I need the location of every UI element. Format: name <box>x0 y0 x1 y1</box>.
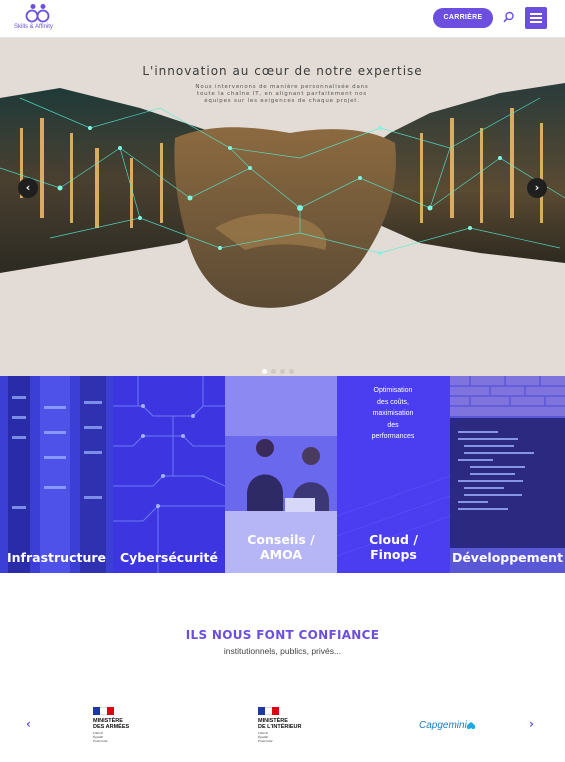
logo-text: Skills & Affinity <box>14 24 53 30</box>
service-label: Cybersécurité <box>119 550 219 565</box>
service-tile-developpement[interactable]: Développement <box>450 376 565 573</box>
service-tile-conseils-amoa[interactable]: Conseils / AMOA <box>225 376 337 573</box>
carousel-dots <box>262 359 298 374</box>
carousel-dot-3[interactable] <box>280 369 285 374</box>
service-label: Développement <box>451 550 564 565</box>
server-rack-image <box>0 376 113 573</box>
french-flag-icon <box>93 707 114 715</box>
service-label-line: AMOA <box>259 547 303 562</box>
partner-motto: Liberté Égalité Fraternité <box>258 731 272 743</box>
hero-subtitle: Nous intervenons de manière personnalisé… <box>182 84 382 105</box>
circuit-board-image <box>113 376 225 573</box>
site-header: Skills & Affinity CARRIÈRE <box>0 0 565 38</box>
code-screen-image <box>450 376 565 573</box>
partner-logo-ministere-armees[interactable]: MINISTÈRE DES ARMÉES Liberté Égalité Fra… <box>93 707 153 747</box>
hero-prev-arrow-icon[interactable]: ‹ <box>18 178 38 198</box>
service-label: Conseils / AMOA <box>225 532 337 562</box>
service-tile-cybersecurite[interactable]: Cybersécurité <box>113 376 225 573</box>
carousel-dot-1[interactable] <box>262 369 267 374</box>
service-label-line: Conseils / <box>247 532 315 547</box>
partner-motto: Liberté Égalité Fraternité <box>93 731 107 743</box>
french-flag-icon <box>258 707 279 715</box>
hero-subtitle-line: toute la chaîne IT, en alignant parfaite… <box>197 91 367 97</box>
partner-name-line: DES ARMÉES <box>93 724 130 730</box>
service-desc-line: performances <box>371 433 415 440</box>
search-icon[interactable] <box>503 11 515 23</box>
trust-section-subtitle: institutionnels, publics, privés... <box>223 646 342 656</box>
skills-affinity-logo[interactable]: Skills & Affinity <box>14 3 64 35</box>
service-desc-line: des <box>387 421 399 429</box>
service-label-line: Cloud / <box>369 532 418 547</box>
partner-motto-line: Fraternité <box>93 739 108 743</box>
service-label: Cloud / Finops <box>337 532 450 562</box>
partner-logo-ministere-interieur[interactable]: MINISTÈRE DE L'INTÉRIEUR Liberté Égalité… <box>258 707 318 747</box>
carousel-dot-4[interactable] <box>289 369 294 374</box>
partner-motto-line: Fraternité <box>258 739 273 743</box>
career-button[interactable]: CARRIÈRE <box>433 8 493 28</box>
hamburger-menu-icon[interactable] <box>525 7 547 29</box>
service-desc-line: maximisation <box>372 410 414 417</box>
logo-infinity-icon <box>25 4 50 23</box>
partner-name: MINISTÈRE DE L'INTÉRIEUR <box>258 718 301 730</box>
hero-carousel: L'innovation au cœur de notre expertise … <box>0 38 565 376</box>
partners-next-arrow-icon[interactable]: › <box>529 717 534 731</box>
hero-title: L'innovation au cœur de notre expertise <box>142 64 423 78</box>
carousel-dot-2[interactable] <box>271 369 276 374</box>
service-description: Optimisation des coûts, maximisation des… <box>343 385 443 443</box>
capgemini-spade-icon <box>466 722 476 730</box>
hero-next-arrow-icon[interactable]: › <box>527 178 547 198</box>
services-grid: Infrastructure Cybersécurité Conseils / … <box>0 376 565 573</box>
partner-name-line: DE L'INTÉRIEUR <box>258 724 302 730</box>
hero-subtitle-line: Nous intervenons de manière personnalisé… <box>195 84 369 90</box>
trust-section-title: ILS NOUS FONT CONFIANCE <box>185 628 380 642</box>
service-desc-line: des coûts, <box>377 398 409 406</box>
partner-logo-capgemini[interactable]: Capgemini <box>419 720 467 731</box>
service-tile-cloud-finops[interactable]: Optimisation des coûts, maximisation des… <box>337 376 450 573</box>
service-label: Infrastructure <box>7 550 106 565</box>
partners-prev-arrow-icon[interactable]: ‹ <box>26 717 31 731</box>
service-tile-infrastructure[interactable]: Infrastructure <box>0 376 113 573</box>
service-label-line: Finops <box>370 547 417 562</box>
partner-name: MINISTÈRE DES ARMÉES <box>93 718 129 730</box>
service-desc-line: Optimisation <box>373 387 413 394</box>
hero-subtitle-line: équipes sur les exigences de chaque proj… <box>204 98 360 104</box>
